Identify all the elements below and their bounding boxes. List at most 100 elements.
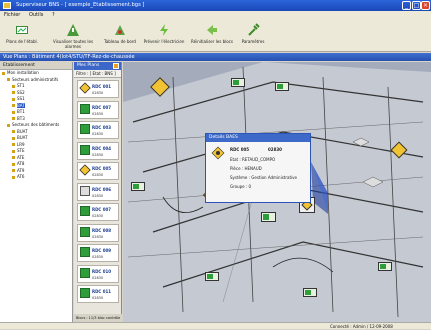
exit-sign-icon <box>80 144 90 155</box>
plan-card-code: 02830 <box>92 173 104 177</box>
plan-card-code: 02830 <box>92 234 104 239</box>
electrician-icon <box>160 24 168 36</box>
device-details-popup: Details BAES RDC 005 02830 Etat : RETAUD… <box>205 133 311 203</box>
minimize-button[interactable]: _ <box>402 1 411 10</box>
device-icon <box>80 185 90 196</box>
plans-panel: Mes Plans Filtre : [ Etat : BNS ] RDC 00… <box>74 62 122 328</box>
plan-card-name: RDC 006 <box>92 186 112 192</box>
plan-card-code: 02830 <box>92 152 104 157</box>
popup-groupe: Groupe : 0 <box>230 184 252 189</box>
plan-card-code: 02830 <box>92 255 104 259</box>
popup-piece: Pièce : HENAUD <box>230 166 262 171</box>
plan-card-code: 02830 <box>92 111 104 116</box>
folder-icon <box>7 78 10 81</box>
plan-card[interactable]: RDC 001 02830 <box>77 80 119 98</box>
toolbar-settings-button[interactable]: Paramètres <box>238 22 268 50</box>
maximize-button[interactable]: □ <box>412 1 421 10</box>
title-bar: Superviseur BNS - [ exemple_Etablissemen… <box>0 0 431 11</box>
tree-item[interactable]: AT6 <box>0 174 72 181</box>
folder-icon <box>12 162 15 166</box>
plan-card-name: RDC 008 <box>92 227 112 233</box>
reset-icon <box>207 25 217 35</box>
exit-sign-icon <box>80 206 90 216</box>
folder-icon <box>12 156 15 159</box>
device-exit-sign[interactable] <box>231 78 245 87</box>
map-view-header: Vue Plans : Bâtiment 4(lot4/STU/TF-Rez-d… <box>0 53 431 61</box>
plan-icon <box>16 26 28 34</box>
popup-etat: Etat : RETAUD_COMPO <box>230 157 276 162</box>
app-icon <box>3 2 11 9</box>
device-exit-sign[interactable] <box>275 82 289 91</box>
toolbar-reset-button[interactable]: Réinitialiser les blocs <box>190 22 234 50</box>
plan-card[interactable]: RDC 009 02830 <box>77 244 119 262</box>
close-button[interactable]: × <box>421 1 430 10</box>
settings-icon <box>248 23 260 36</box>
device-exit-sign[interactable] <box>131 182 145 191</box>
plan-card-code: 02830 <box>92 275 104 280</box>
exit-sign-icon <box>80 124 90 134</box>
folder-icon <box>12 117 15 120</box>
plan-card[interactable]: RDC 004 02830 <box>77 141 119 160</box>
plan-card[interactable]: RDC 008 02830 <box>77 223 119 242</box>
plan-card-code: 02830 <box>92 193 104 198</box>
plans-close-icon[interactable] <box>113 63 119 69</box>
menu-fichier[interactable]: Fichier <box>4 12 20 18</box>
window-title: Superviseur BNS - [ exemple_Etablissemen… <box>16 2 145 8</box>
menu-outils[interactable]: Outils <box>29 12 43 18</box>
plan-card[interactable]: RDC 011 02830 <box>77 285 119 303</box>
warning-icon <box>79 164 91 176</box>
plan-card-name: RDC 004 <box>92 145 112 151</box>
menu-bar: Fichier Outils ? <box>0 11 431 20</box>
popup-systeme: Système : Gestion Administrative <box>230 175 297 180</box>
device-exit-sign[interactable] <box>378 262 392 271</box>
popup-name: RDC 005 <box>230 147 250 152</box>
plan-card-name: RDC 001 <box>92 84 112 89</box>
exit-sign-icon <box>80 247 90 257</box>
toolbar-dashboard-button[interactable]: Tableau de bord <box>102 22 138 50</box>
folder-icon <box>12 169 15 172</box>
plan-card[interactable]: RDC 003 02830 <box>77 121 119 139</box>
popup-title: Details BAES <box>206 134 310 142</box>
plan-card[interactable]: RDC 007 02830 <box>77 203 119 221</box>
toolbar: Plans de l'établ. Visualiser toutes les … <box>0 20 431 52</box>
plan-card[interactable]: RDC 010 02830 <box>77 264 119 283</box>
menu-help[interactable]: ? <box>52 12 55 18</box>
plan-card-code: 02830 <box>92 296 104 300</box>
toolbar-alarms-button[interactable]: Visualiser toutes les alarmes <box>48 22 98 50</box>
folder-icon <box>12 104 15 107</box>
plan-card-name: RDC 007 <box>92 207 112 212</box>
folder-icon <box>12 175 15 179</box>
folder-icon <box>12 84 15 88</box>
plan-card-name: RDC 003 <box>92 125 112 130</box>
folder-icon <box>12 130 15 133</box>
plan-card[interactable]: RDC 006 02830 <box>77 182 119 201</box>
device-exit-sign[interactable] <box>303 288 317 297</box>
tree-header: Etablissement <box>0 62 72 70</box>
exit-sign-icon <box>80 103 90 114</box>
toolbar-plans-button[interactable]: Plans de l'établ. <box>2 22 42 50</box>
popup-code: 02830 <box>268 147 282 152</box>
plan-card-name: RDC 009 <box>92 248 112 253</box>
folder-icon <box>2 71 5 75</box>
device-exit-sign[interactable] <box>261 212 276 222</box>
status-text: Connecté : Admin / 12-09-2008 <box>330 324 393 329</box>
plan-card[interactable]: RDC 005 02830 <box>77 162 119 180</box>
plan-card[interactable]: RDC 007 02830 <box>77 100 119 119</box>
warning-icon <box>79 82 91 94</box>
dashboard-icon <box>115 25 125 35</box>
folder-icon <box>12 136 15 140</box>
folder-icon <box>12 149 15 153</box>
device-exit-sign[interactable] <box>205 272 219 281</box>
plan-card-code: 02830 <box>92 91 104 95</box>
toolbar-electrician-button[interactable]: Prévenir l'électricien <box>142 22 186 50</box>
folder-icon <box>12 143 15 146</box>
folder-icon <box>12 110 15 114</box>
folder-icon <box>12 91 15 94</box>
exit-sign-icon <box>80 267 90 278</box>
exit-sign-icon <box>80 226 90 237</box>
alarm-icon <box>67 24 79 36</box>
plans-filter[interactable]: Filtre : [ Etat : BNS ] <box>74 70 121 78</box>
plan-card-code: 02830 <box>92 132 104 136</box>
plan-card-name: RDC 005 <box>92 166 112 171</box>
plan-card-name: RDC 010 <box>92 268 112 274</box>
